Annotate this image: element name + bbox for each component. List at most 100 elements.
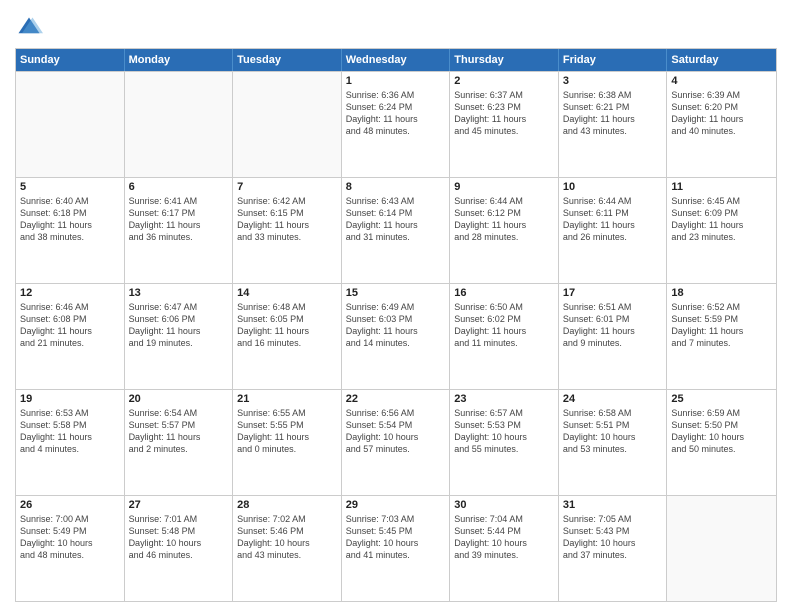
cell-date-number: 29 (346, 499, 446, 511)
cell-info-text: Sunrise: 6:55 AM Sunset: 5:55 PM Dayligh… (237, 407, 337, 456)
cell-info-text: Sunrise: 7:05 AM Sunset: 5:43 PM Dayligh… (563, 513, 663, 562)
cell-info-text: Sunrise: 6:49 AM Sunset: 6:03 PM Dayligh… (346, 301, 446, 350)
cell-date-number: 3 (563, 75, 663, 87)
cell-info-text: Sunrise: 6:57 AM Sunset: 5:53 PM Dayligh… (454, 407, 554, 456)
cell-info-text: Sunrise: 7:00 AM Sunset: 5:49 PM Dayligh… (20, 513, 120, 562)
cell-date-number: 22 (346, 393, 446, 405)
calendar-cell: 7Sunrise: 6:42 AM Sunset: 6:15 PM Daylig… (233, 178, 342, 283)
calendar-cell (667, 496, 776, 601)
cell-info-text: Sunrise: 6:36 AM Sunset: 6:24 PM Dayligh… (346, 89, 446, 138)
calendar-cell: 5Sunrise: 6:40 AM Sunset: 6:18 PM Daylig… (16, 178, 125, 283)
cell-date-number: 15 (346, 287, 446, 299)
cell-info-text: Sunrise: 6:44 AM Sunset: 6:12 PM Dayligh… (454, 195, 554, 244)
calendar-cell: 21 Sunrise: 6:55 AM Sunset: 5:55 PM Dayli… (233, 390, 342, 495)
cell-info-text: Sunrise: 6:50 AM Sunset: 6:02 PM Dayligh… (454, 301, 554, 350)
cell-date-number: 8 (346, 181, 446, 193)
cell-date-number: 17 (563, 287, 663, 299)
cell-date-number: 26 (20, 499, 120, 511)
day-header-thursday: Thursday (450, 49, 559, 71)
cell-date-number: 12 (20, 287, 120, 299)
calendar-cell: 1 Sunrise: 6:36 AM Sunset: 6:24 PM Daylig… (342, 72, 451, 177)
cell-date-number: 2 (454, 75, 554, 87)
calendar-cell: 12 Sunrise: 6:46 AM Sunset: 6:08 PM Dayli… (16, 284, 125, 389)
cell-date-number: 23 (454, 393, 554, 405)
calendar-header: SundayMondayTuesdayWednesdayThursdayFrid… (16, 49, 776, 71)
cell-date-number: 18 (671, 287, 772, 299)
calendar-cell: 25 Sunrise: 6:59 AM Sunset: 5:50 PM Dayli… (667, 390, 776, 495)
cell-date-number: 19 (20, 393, 120, 405)
cell-info-text: Sunrise: 6:39 AM Sunset: 6:20 PM Dayligh… (671, 89, 772, 138)
week-row-0: 1 Sunrise: 6:36 AM Sunset: 6:24 PM Daylig… (16, 71, 776, 177)
cell-date-number: 20 (129, 393, 229, 405)
day-header-saturday: Saturday (667, 49, 776, 71)
cell-date-number: 4 (671, 75, 772, 87)
calendar-cell: 28Sunrise: 7:02 AM Sunset: 5:46 PM Dayli… (233, 496, 342, 601)
cell-info-text: Sunrise: 6:53 AM Sunset: 5:58 PM Dayligh… (20, 407, 120, 456)
cell-date-number: 21 (237, 393, 337, 405)
cell-info-text: Sunrise: 6:38 AM Sunset: 6:21 PM Dayligh… (563, 89, 663, 138)
calendar-cell: 14 Sunrise: 6:48 AM Sunset: 6:05 PM Dayli… (233, 284, 342, 389)
cell-date-number: 28 (237, 499, 337, 511)
calendar-cell: 8 Sunrise: 6:43 AM Sunset: 6:14 PM Daylig… (342, 178, 451, 283)
cell-info-text: Sunrise: 6:54 AM Sunset: 5:57 PM Dayligh… (129, 407, 229, 456)
calendar-cell: 18 Sunrise: 6:52 AM Sunset: 5:59 PM Dayli… (667, 284, 776, 389)
day-header-friday: Friday (559, 49, 668, 71)
calendar-cell: 22 Sunrise: 6:56 AM Sunset: 5:54 PM Dayli… (342, 390, 451, 495)
calendar-cell (125, 72, 234, 177)
week-row-4: 26 Sunrise: 7:00 AM Sunset: 5:49 PM Dayli… (16, 495, 776, 601)
cell-date-number: 14 (237, 287, 337, 299)
week-row-1: 5Sunrise: 6:40 AM Sunset: 6:18 PM Daylig… (16, 177, 776, 283)
cell-date-number: 10 (563, 181, 663, 193)
cell-info-text: Sunrise: 7:03 AM Sunset: 5:45 PM Dayligh… (346, 513, 446, 562)
logo (15, 14, 47, 42)
calendar-cell: 23 Sunrise: 6:57 AM Sunset: 5:53 PM Dayli… (450, 390, 559, 495)
calendar-cell: 20 Sunrise: 6:54 AM Sunset: 5:57 PM Dayli… (125, 390, 234, 495)
calendar-cell: 24Sunrise: 6:58 AM Sunset: 5:51 PM Dayli… (559, 390, 668, 495)
logo-icon (15, 14, 43, 42)
day-header-tuesday: Tuesday (233, 49, 342, 71)
calendar-cell (16, 72, 125, 177)
cell-info-text: Sunrise: 6:59 AM Sunset: 5:50 PM Dayligh… (671, 407, 772, 456)
day-header-wednesday: Wednesday (342, 49, 451, 71)
cell-info-text: Sunrise: 6:41 AM Sunset: 6:17 PM Dayligh… (129, 195, 229, 244)
calendar-cell: 15 Sunrise: 6:49 AM Sunset: 6:03 PM Dayli… (342, 284, 451, 389)
calendar-cell: 10Sunrise: 6:44 AM Sunset: 6:11 PM Dayli… (559, 178, 668, 283)
cell-date-number: 13 (129, 287, 229, 299)
calendar-cell: 4 Sunrise: 6:39 AM Sunset: 6:20 PM Daylig… (667, 72, 776, 177)
day-header-monday: Monday (125, 49, 234, 71)
calendar-cell: 6Sunrise: 6:41 AM Sunset: 6:17 PM Daylig… (125, 178, 234, 283)
calendar-cell (233, 72, 342, 177)
calendar-cell: 17 Sunrise: 6:51 AM Sunset: 6:01 PM Dayli… (559, 284, 668, 389)
day-header-sunday: Sunday (16, 49, 125, 71)
cell-info-text: Sunrise: 7:01 AM Sunset: 5:48 PM Dayligh… (129, 513, 229, 562)
cell-info-text: Sunrise: 6:45 AM Sunset: 6:09 PM Dayligh… (671, 195, 772, 244)
cell-info-text: Sunrise: 6:48 AM Sunset: 6:05 PM Dayligh… (237, 301, 337, 350)
cell-info-text: Sunrise: 6:43 AM Sunset: 6:14 PM Dayligh… (346, 195, 446, 244)
header (15, 10, 777, 42)
cell-info-text: Sunrise: 6:40 AM Sunset: 6:18 PM Dayligh… (20, 195, 120, 244)
cell-info-text: Sunrise: 6:51 AM Sunset: 6:01 PM Dayligh… (563, 301, 663, 350)
cell-date-number: 11 (671, 181, 772, 193)
cell-info-text: Sunrise: 6:52 AM Sunset: 5:59 PM Dayligh… (671, 301, 772, 350)
calendar-cell: 27 Sunrise: 7:01 AM Sunset: 5:48 PM Dayli… (125, 496, 234, 601)
cell-date-number: 25 (671, 393, 772, 405)
calendar-cell: 13Sunrise: 6:47 AM Sunset: 6:06 PM Dayli… (125, 284, 234, 389)
cell-info-text: Sunrise: 6:46 AM Sunset: 6:08 PM Dayligh… (20, 301, 120, 350)
cell-info-text: Sunrise: 6:37 AM Sunset: 6:23 PM Dayligh… (454, 89, 554, 138)
cell-date-number: 1 (346, 75, 446, 87)
cell-date-number: 16 (454, 287, 554, 299)
calendar-cell: 3 Sunrise: 6:38 AM Sunset: 6:21 PM Daylig… (559, 72, 668, 177)
cell-date-number: 27 (129, 499, 229, 511)
week-row-2: 12 Sunrise: 6:46 AM Sunset: 6:08 PM Dayli… (16, 283, 776, 389)
calendar: SundayMondayTuesdayWednesdayThursdayFrid… (15, 48, 777, 602)
calendar-cell: 26 Sunrise: 7:00 AM Sunset: 5:49 PM Dayli… (16, 496, 125, 601)
calendar-body: 1 Sunrise: 6:36 AM Sunset: 6:24 PM Daylig… (16, 71, 776, 601)
cell-info-text: Sunrise: 6:56 AM Sunset: 5:54 PM Dayligh… (346, 407, 446, 456)
calendar-cell: 16 Sunrise: 6:50 AM Sunset: 6:02 PM Dayli… (450, 284, 559, 389)
cell-date-number: 24 (563, 393, 663, 405)
page: SundayMondayTuesdayWednesdayThursdayFrid… (0, 0, 792, 612)
calendar-cell: 19 Sunrise: 6:53 AM Sunset: 5:58 PM Dayli… (16, 390, 125, 495)
cell-info-text: Sunrise: 7:04 AM Sunset: 5:44 PM Dayligh… (454, 513, 554, 562)
calendar-cell: 9Sunrise: 6:44 AM Sunset: 6:12 PM Daylig… (450, 178, 559, 283)
calendar-cell: 30Sunrise: 7:04 AM Sunset: 5:44 PM Dayli… (450, 496, 559, 601)
